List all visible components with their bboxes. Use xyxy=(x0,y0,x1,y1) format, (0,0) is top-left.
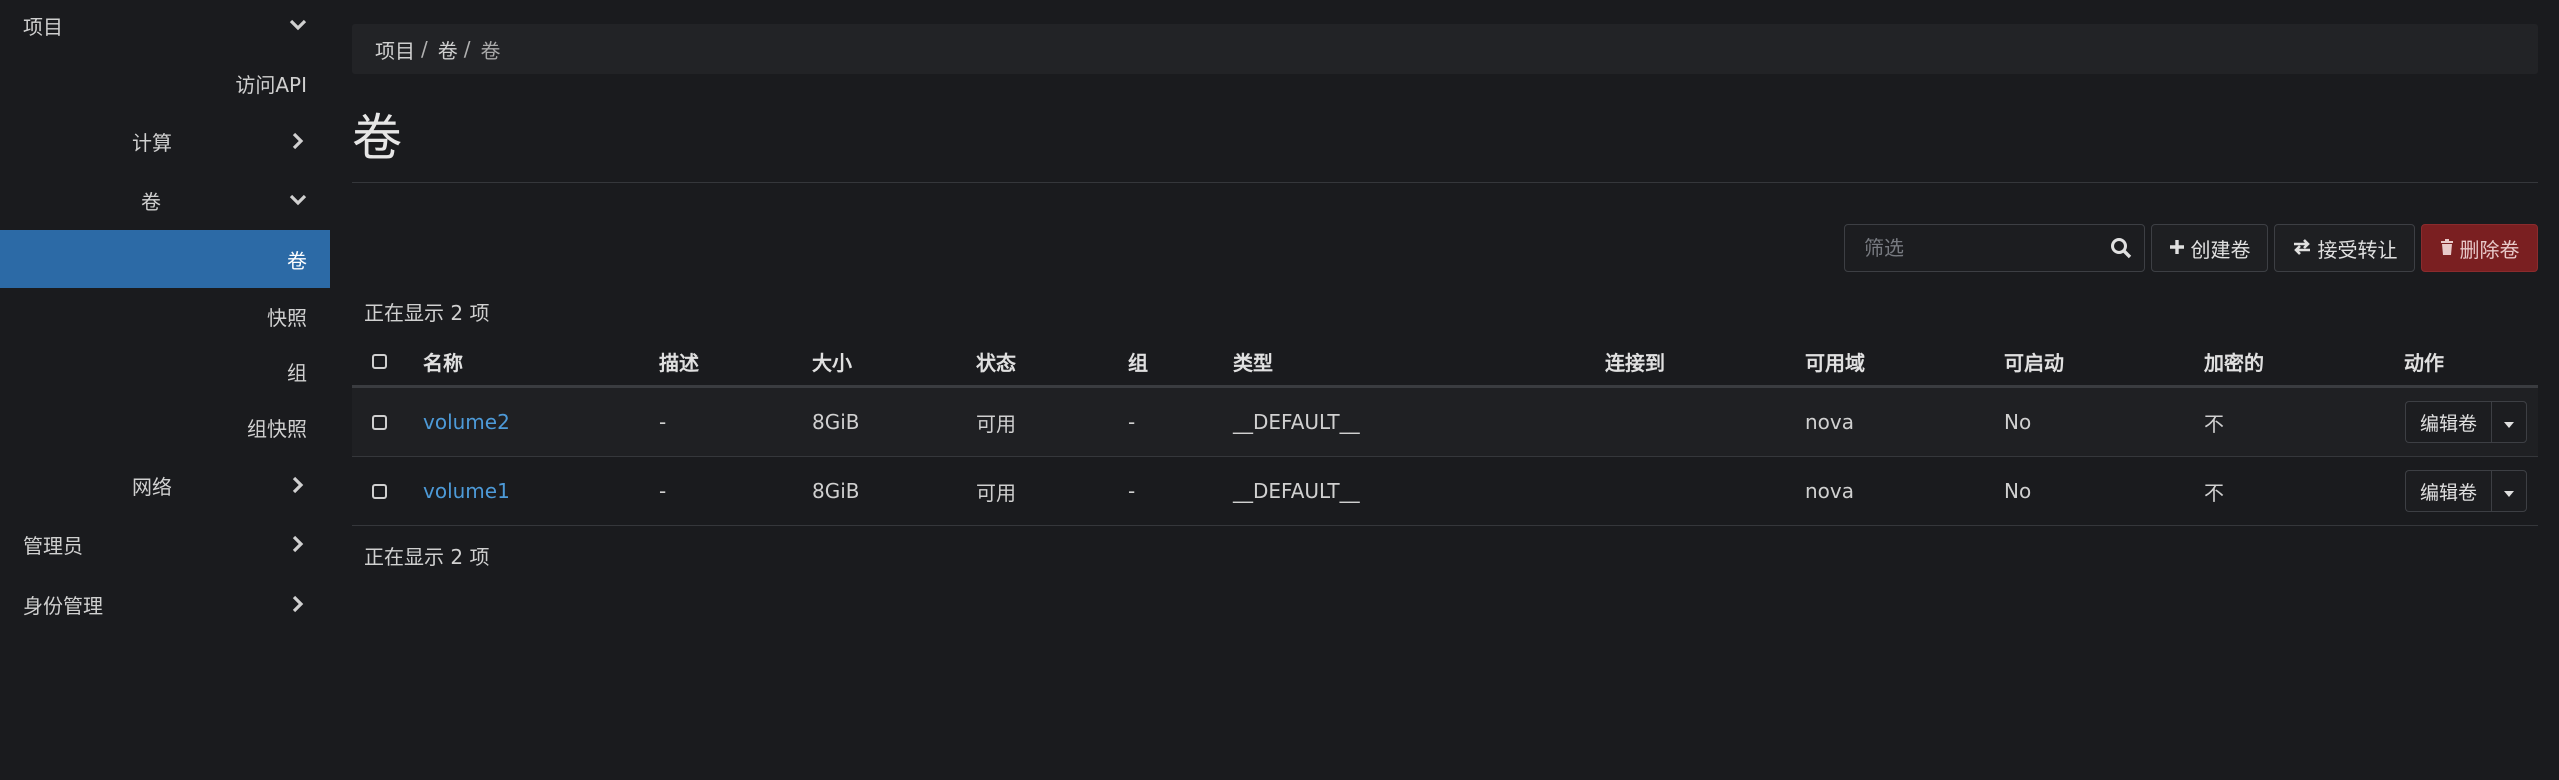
chevron-down-icon xyxy=(288,190,308,210)
cell-type: __DEFAULT__ xyxy=(1233,410,1360,434)
caret-down-icon xyxy=(2503,479,2515,503)
nav-volumes-label: 卷 xyxy=(287,248,307,273)
row-action-group: 编辑卷 xyxy=(2405,401,2528,443)
item-count-top: 正在显示 2 项 xyxy=(364,301,490,325)
trash-icon xyxy=(2440,236,2454,260)
nav-group-snapshots[interactable]: 组快照 xyxy=(0,398,330,456)
volume-name-link[interactable]: volume2 xyxy=(423,388,510,456)
caret-down-icon xyxy=(2503,410,2515,434)
header-attached-to[interactable]: 连接到 xyxy=(1605,338,1665,385)
edit-volume-button[interactable]: 编辑卷 xyxy=(2405,401,2492,443)
header-encrypted[interactable]: 加密的 xyxy=(2204,338,2264,385)
breadcrumb-item-volumes-group[interactable]: 卷 xyxy=(438,35,458,64)
breadcrumb-item-project[interactable]: 项目 xyxy=(375,35,415,64)
row-checkbox[interactable] xyxy=(372,388,387,456)
cell-encrypted: 不 xyxy=(2204,411,2224,436)
nav-identity[interactable]: 身份管理 xyxy=(0,575,330,633)
create-volume-label: 创建卷 xyxy=(2190,237,2251,262)
select-all-checkbox[interactable] xyxy=(372,338,387,385)
nav-compute-label: 计算 xyxy=(132,130,172,155)
cell-size: 8GiB xyxy=(812,410,860,434)
delete-volumes-label: 删除卷 xyxy=(2459,237,2520,262)
nav-project-label: 项目 xyxy=(23,14,63,39)
edit-volume-button[interactable]: 编辑卷 xyxy=(2405,470,2492,512)
table-header: 名称 描述 大小 状态 组 类型 连接到 可用域 可启动 加密的 动作 xyxy=(352,338,2538,388)
header-status[interactable]: 状态 xyxy=(976,338,1016,385)
nav-network-label: 网络 xyxy=(132,474,172,499)
cell-size: 8GiB xyxy=(812,479,860,503)
cell-encrypted: 不 xyxy=(2204,480,2224,505)
accept-transfer-label: 接受转让 xyxy=(2317,237,2398,262)
header-group[interactable]: 组 xyxy=(1128,338,1148,385)
nav-identity-label: 身份管理 xyxy=(23,593,103,618)
nav-snapshots[interactable]: 快照 xyxy=(0,287,330,345)
cell-status: 可用 xyxy=(976,411,1016,436)
cell-description: - xyxy=(659,479,667,503)
filter-field xyxy=(1844,224,2145,272)
cell-availability-zone: nova xyxy=(1805,410,1855,434)
header-type[interactable]: 类型 xyxy=(1233,338,1273,385)
search-icon[interactable] xyxy=(2110,237,2132,259)
page-title: 卷 xyxy=(352,109,402,167)
filter-input[interactable] xyxy=(1845,225,2095,271)
header-size[interactable]: 大小 xyxy=(812,338,852,385)
chevron-right-icon xyxy=(288,131,308,151)
cell-group: - xyxy=(1128,479,1136,503)
chevron-right-icon xyxy=(288,594,308,614)
row-action-group: 编辑卷 xyxy=(2405,470,2528,512)
nav-volumes[interactable]: 卷 xyxy=(0,230,330,288)
cell-bootable: No xyxy=(2004,410,2032,434)
header-actions: 动作 xyxy=(2404,351,2444,375)
cell-description: - xyxy=(659,410,667,434)
header-name[interactable]: 名称 xyxy=(423,338,463,385)
nav-snapshots-label: 快照 xyxy=(267,305,307,330)
breadcrumb-separator: / xyxy=(421,37,428,61)
cell-availability-zone: nova xyxy=(1805,479,1855,503)
nav-project[interactable]: 项目 xyxy=(0,0,330,54)
actions-dropdown-toggle[interactable] xyxy=(2491,401,2528,443)
header-bootable[interactable]: 可启动 xyxy=(2004,338,2064,385)
chevron-down-icon xyxy=(288,15,308,35)
divider xyxy=(352,182,2538,183)
chevron-right-icon xyxy=(288,475,308,495)
cell-group: - xyxy=(1128,410,1136,434)
breadcrumb-separator: / xyxy=(463,37,471,61)
breadcrumb: 项目 / 卷 / 卷 xyxy=(352,24,2538,74)
table-row: volume2 - 8GiB 可用 - __DEFAULT__ nova No … xyxy=(352,388,2538,457)
nav-api-access-label: 访问API xyxy=(235,72,307,97)
nav-compute[interactable]: 计算 xyxy=(0,112,330,170)
nav-volumes-group[interactable]: 卷 xyxy=(0,171,330,229)
chevron-right-icon xyxy=(288,534,308,554)
cell-type: __DEFAULT__ xyxy=(1233,479,1360,503)
header-description[interactable]: 描述 xyxy=(659,338,699,385)
actions-dropdown-toggle[interactable] xyxy=(2491,470,2528,512)
delete-volumes-button[interactable]: 删除卷 xyxy=(2421,224,2538,272)
cell-bootable: No xyxy=(2004,479,2032,503)
header-availability-zone[interactable]: 可用域 xyxy=(1805,338,1865,385)
nav-admin-label: 管理员 xyxy=(23,533,83,558)
nav-volumes-group-label: 卷 xyxy=(141,189,161,214)
sidebar: 项目 访问API 计算 卷 卷 快照 组 组快照 网络 管理员 身份管理 xyxy=(0,0,330,780)
row-checkbox[interactable] xyxy=(372,457,387,525)
nav-groups[interactable]: 组 xyxy=(0,342,330,400)
accept-transfer-button[interactable]: 接受转让 xyxy=(2274,224,2415,272)
volume-name-link[interactable]: volume1 xyxy=(423,457,510,525)
plus-icon xyxy=(2169,236,2185,260)
nav-network[interactable]: 网络 xyxy=(0,456,330,514)
nav-api-access[interactable]: 访问API xyxy=(0,54,330,112)
breadcrumb-item-volumes: 卷 xyxy=(480,38,501,63)
create-volume-button[interactable]: 创建卷 xyxy=(2151,224,2268,272)
item-count-bottom: 正在显示 2 项 xyxy=(364,545,490,569)
nav-admin[interactable]: 管理员 xyxy=(0,515,330,573)
table-row: volume1 - 8GiB 可用 - __DEFAULT__ nova No … xyxy=(352,457,2538,526)
nav-groups-label: 组 xyxy=(287,360,307,385)
nav-group-snapshots-label: 组快照 xyxy=(247,416,307,441)
cell-status: 可用 xyxy=(976,480,1016,505)
exchange-icon xyxy=(2292,236,2312,260)
